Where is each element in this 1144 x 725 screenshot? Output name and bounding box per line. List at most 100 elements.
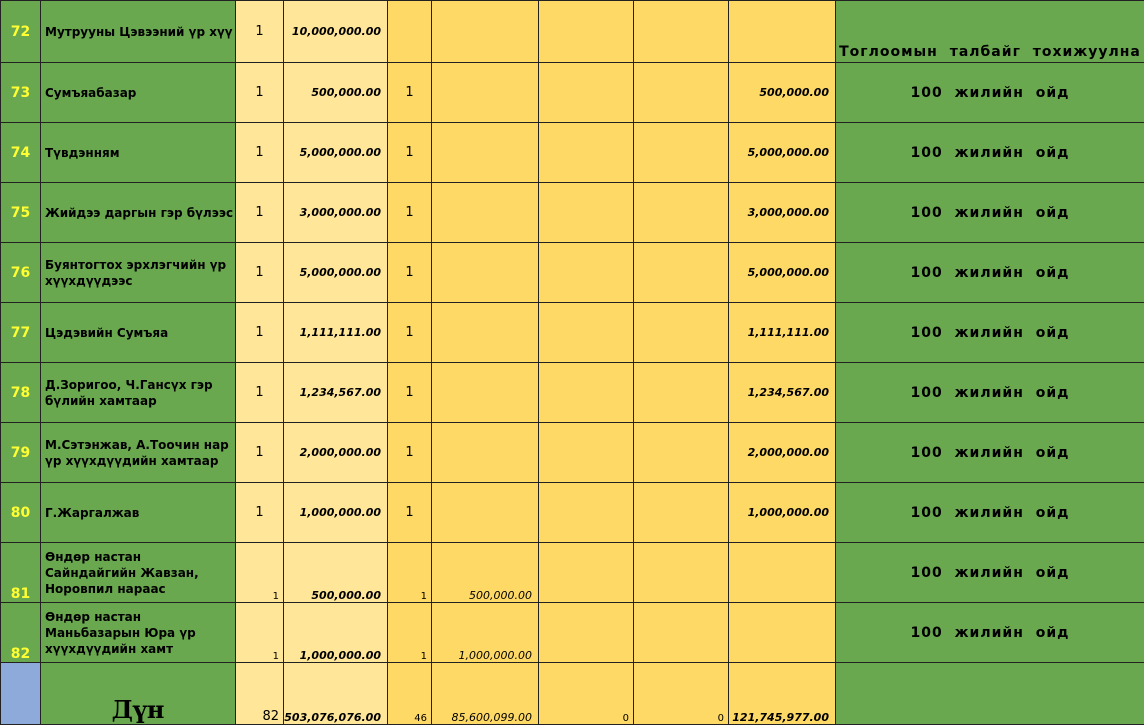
table-row[interactable]: 80 Г.Жаргалжав 1 1,000,000.00 1 1,000,00… (1, 483, 1144, 543)
col8-cell[interactable] (634, 423, 729, 483)
quantity-cell[interactable]: 1 (236, 243, 284, 303)
amount-cell[interactable]: 2,000,000.00 (284, 423, 388, 483)
col7-cell[interactable] (539, 423, 634, 483)
amount2-cell[interactable] (432, 483, 539, 543)
amount3-cell[interactable]: 1,000,000.00 (729, 483, 836, 543)
note-cell[interactable]: 100 жилийн ойд (836, 543, 1144, 603)
amount-cell[interactable]: 10,000,000.00 (284, 1, 388, 63)
table-row[interactable]: 72 Мутрууны Цэвээний үр хүү 1 10,000,000… (1, 1, 1144, 63)
note-cell[interactable]: 100 жилийн ойд (836, 483, 1144, 543)
donor-name[interactable]: Түвдэнням (41, 123, 236, 183)
quantity-cell[interactable]: 1 (236, 363, 284, 423)
col8-cell[interactable] (634, 1, 729, 63)
note-cell[interactable]: Тоглоомын талбайг тохижуулна (836, 1, 1144, 63)
amount2-cell[interactable] (432, 1, 539, 63)
amount2-cell[interactable]: 1,000,000.00 (432, 603, 539, 663)
col7-cell[interactable] (539, 123, 634, 183)
donor-name[interactable]: Мутрууны Цэвээний үр хүү (41, 1, 236, 63)
amount3-cell[interactable]: 1,111,111.00 (729, 303, 836, 363)
note-cell[interactable]: 100 жилийн ойд (836, 303, 1144, 363)
table-row[interactable]: 75 Жийдээ даргын гэр бүлээс 1 3,000,000.… (1, 183, 1144, 243)
total-col7[interactable]: 0 (539, 663, 634, 725)
total-count[interactable]: 46 (388, 663, 432, 725)
donor-name[interactable]: Сумъяабазар (41, 63, 236, 123)
row-number[interactable]: 80 (1, 483, 41, 543)
col7-cell[interactable] (539, 303, 634, 363)
count-cell[interactable]: 1 (388, 363, 432, 423)
donor-name[interactable]: Цэдэвийн Сумъяа (41, 303, 236, 363)
total-amount3[interactable]: 121,745,977.00 (729, 663, 836, 725)
row-number[interactable]: 76 (1, 243, 41, 303)
count-cell[interactable] (388, 1, 432, 63)
row-number[interactable]: 81 (1, 543, 41, 603)
col7-cell[interactable] (539, 363, 634, 423)
total-label[interactable]: Дүн (41, 663, 236, 725)
row-number[interactable]: 77 (1, 303, 41, 363)
total-quantity[interactable]: 82 (236, 663, 284, 725)
note-cell[interactable]: 100 жилийн ойд (836, 423, 1144, 483)
donor-name[interactable]: Өндөр настан Маньбазарын Юра үр хүүхдүүд… (41, 603, 236, 663)
col8-cell[interactable] (634, 483, 729, 543)
note-cell[interactable]: 100 жилийн ойд (836, 183, 1144, 243)
quantity-cell[interactable]: 1 (236, 603, 284, 663)
total-amount2[interactable]: 85,600,099.00 (432, 663, 539, 725)
quantity-cell[interactable]: 1 (236, 303, 284, 363)
amount-cell[interactable]: 5,000,000.00 (284, 123, 388, 183)
col8-cell[interactable] (634, 183, 729, 243)
note-cell[interactable]: 100 жилийн ойд (836, 63, 1144, 123)
table-row[interactable]: 82 Өндөр настан Маньбазарын Юра үр хүүхд… (1, 603, 1144, 663)
row-number[interactable]: 79 (1, 423, 41, 483)
amount3-cell[interactable] (729, 603, 836, 663)
amount3-cell[interactable] (729, 1, 836, 63)
row-number[interactable]: 78 (1, 363, 41, 423)
quantity-cell[interactable]: 1 (236, 183, 284, 243)
total-col8[interactable]: 0 (634, 663, 729, 725)
amount-cell[interactable]: 1,111,111.00 (284, 303, 388, 363)
amount2-cell[interactable] (432, 123, 539, 183)
col8-cell[interactable] (634, 63, 729, 123)
quantity-cell[interactable]: 1 (236, 543, 284, 603)
col7-cell[interactable] (539, 183, 634, 243)
count-cell[interactable]: 1 (388, 63, 432, 123)
table-row[interactable]: 74 Түвдэнням 1 5,000,000.00 1 5,000,000.… (1, 123, 1144, 183)
col7-cell[interactable] (539, 1, 634, 63)
count-cell[interactable]: 1 (388, 183, 432, 243)
table-row[interactable]: 78 Д.Зоригоо, Ч.Гансүх гэр бүлийн хамтаа… (1, 363, 1144, 423)
donor-name[interactable]: Буянтогтох эрхлэгчийн үр хүүхдүүдээс (41, 243, 236, 303)
col8-cell[interactable] (634, 123, 729, 183)
col8-cell[interactable] (634, 603, 729, 663)
amount2-cell[interactable] (432, 243, 539, 303)
quantity-cell[interactable]: 1 (236, 423, 284, 483)
donor-name[interactable]: Өндөр настан Сайндайгийн Жавзан, Норовпи… (41, 543, 236, 603)
amount-cell[interactable]: 500,000.00 (284, 63, 388, 123)
col8-cell[interactable] (634, 303, 729, 363)
count-cell[interactable]: 1 (388, 243, 432, 303)
col8-cell[interactable] (634, 363, 729, 423)
amount2-cell[interactable] (432, 183, 539, 243)
donor-name[interactable]: Д.Зоригоо, Ч.Гансүх гэр бүлийн хамтаар (41, 363, 236, 423)
note-cell[interactable]: 100 жилийн ойд (836, 363, 1144, 423)
count-cell[interactable]: 1 (388, 543, 432, 603)
amount-cell[interactable]: 1,000,000.00 (284, 603, 388, 663)
amount2-cell[interactable] (432, 423, 539, 483)
total-amount[interactable]: 503,076,076.00 (284, 663, 388, 725)
note-cell[interactable]: 100 жилийн ойд (836, 603, 1144, 663)
row-number[interactable]: 74 (1, 123, 41, 183)
col7-cell[interactable] (539, 603, 634, 663)
amount2-cell[interactable]: 500,000.00 (432, 543, 539, 603)
amount3-cell[interactable]: 3,000,000.00 (729, 183, 836, 243)
count-cell[interactable]: 1 (388, 123, 432, 183)
donor-name[interactable]: М.Сэтэнжав, А.Тоочин нар үр хүүхдүүдийн … (41, 423, 236, 483)
col7-cell[interactable] (539, 243, 634, 303)
table-row[interactable]: 73 Сумъяабазар 1 500,000.00 1 500,000.00… (1, 63, 1144, 123)
amount-cell[interactable]: 3,000,000.00 (284, 183, 388, 243)
col8-cell[interactable] (634, 543, 729, 603)
donor-name[interactable]: Жийдээ даргын гэр бүлээс (41, 183, 236, 243)
amount-cell[interactable]: 5,000,000.00 (284, 243, 388, 303)
row-number[interactable]: 72 (1, 1, 41, 63)
quantity-cell[interactable]: 1 (236, 483, 284, 543)
quantity-cell[interactable]: 1 (236, 1, 284, 63)
amount-cell[interactable]: 1,234,567.00 (284, 363, 388, 423)
total-row[interactable]: Дүн 82 503,076,076.00 46 85,600,099.00 0… (1, 663, 1144, 725)
row-number[interactable]: 75 (1, 183, 41, 243)
